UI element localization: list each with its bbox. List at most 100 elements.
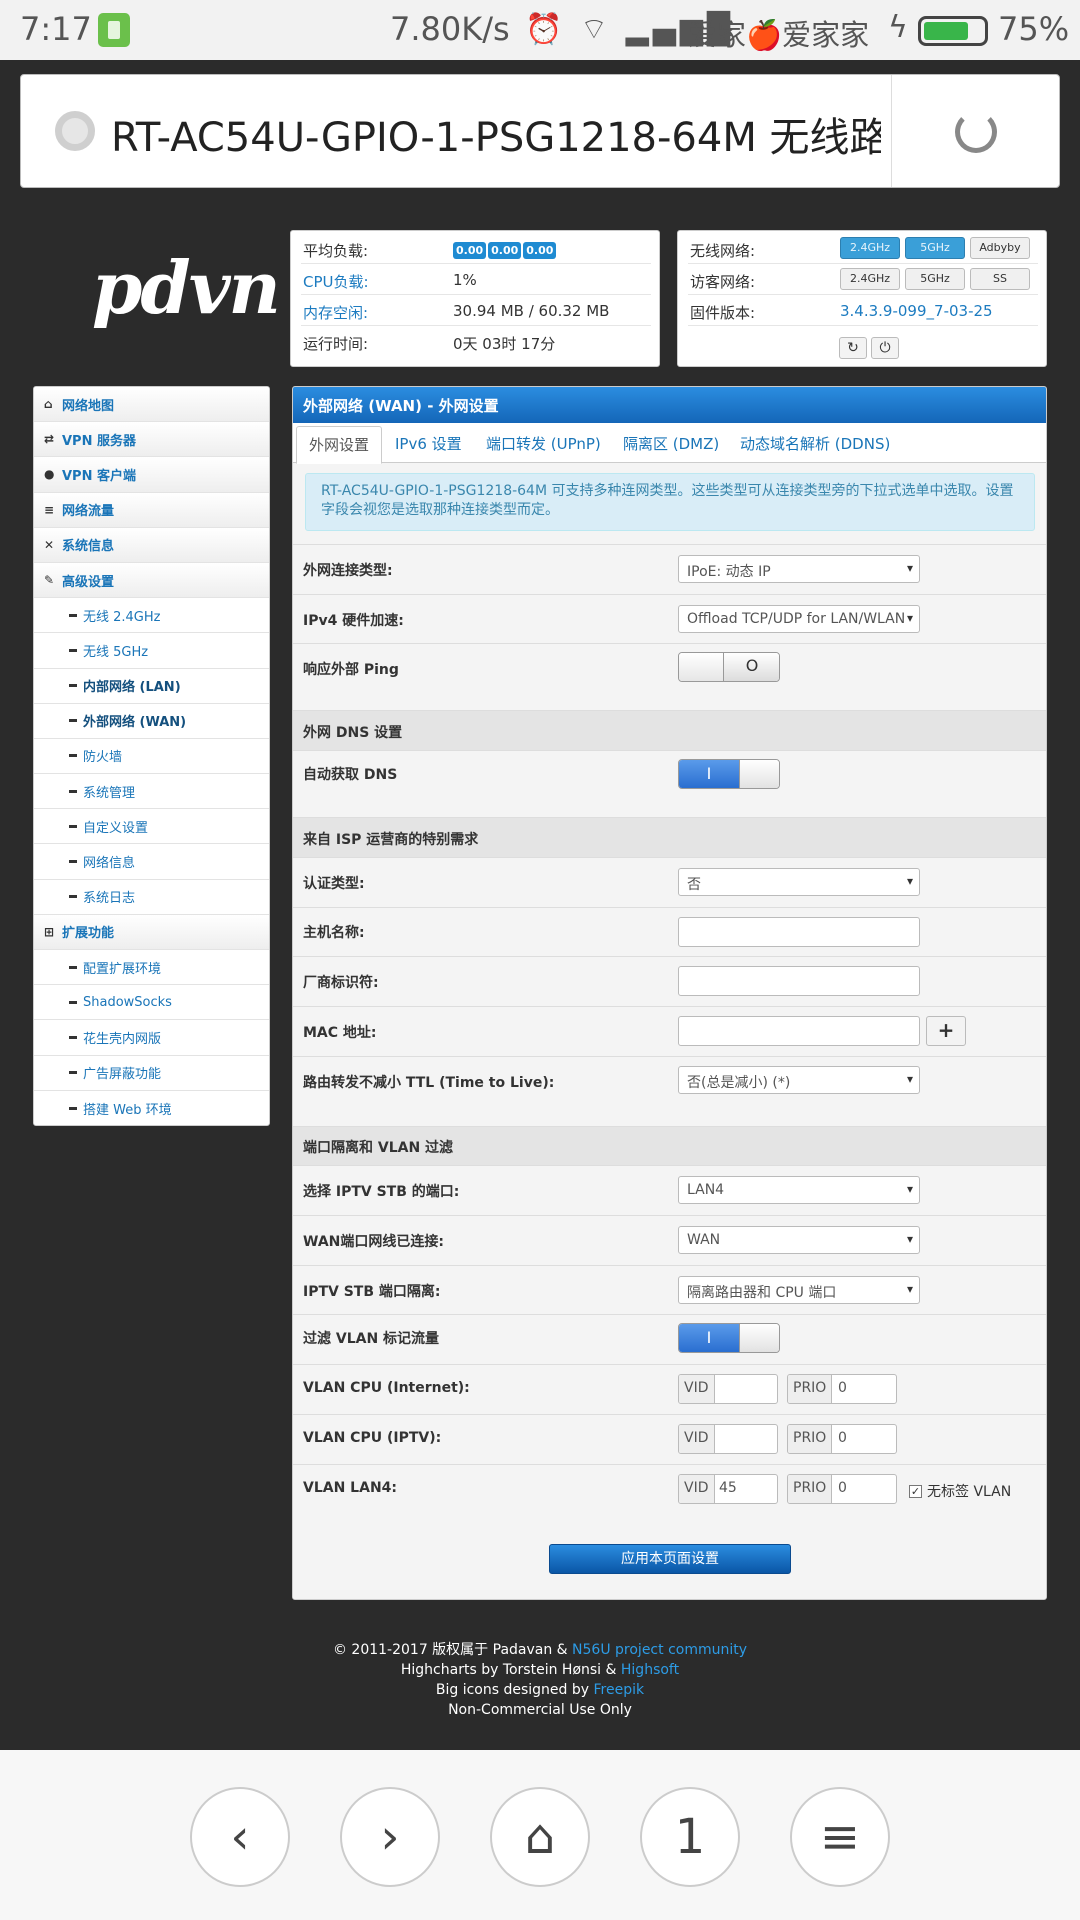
load-row: 平均负载: 0.00 0.00 0.00 <box>301 234 651 264</box>
reload-icon[interactable] <box>955 111 997 153</box>
mac-input[interactable] <box>678 1016 920 1046</box>
tab-wan[interactable]: 外网设置 <box>296 426 383 464</box>
freepik-link[interactable]: Freepik <box>594 1682 645 1698</box>
auth-select[interactable]: 否 <box>678 868 920 896</box>
auto-dns-toggle[interactable]: I <box>678 759 780 789</box>
load-label: 平均负载: <box>303 242 369 260</box>
wireless-5g-button[interactable]: 5GHz <box>905 237 965 259</box>
ping-toggle[interactable]: O <box>678 652 780 682</box>
vendor-label: 厂商标识符: <box>303 975 379 991</box>
sidebar-item-wan[interactable]: 外部网络 (WAN) <box>34 704 269 739</box>
sidebar-item-network-map[interactable]: ⌂ 网络地图 <box>34 387 269 423</box>
vlan-cpu-internet-vid-input[interactable]: VID <box>678 1374 778 1404</box>
wan-type-select[interactable]: IPoE: 动态 IP <box>678 555 920 583</box>
toggle-track <box>679 653 723 681</box>
sidebar-item-custom[interactable]: 自定义设置 <box>34 809 269 845</box>
n56u-community-link[interactable]: N56U project community <box>572 1642 747 1658</box>
sidebar-item-wireless-2g[interactable]: 无线 2.4GHz <box>34 598 269 634</box>
sidebar-item-firewall[interactable]: 防火墙 <box>34 739 269 775</box>
network-speed: 7.80K/s <box>390 10 510 48</box>
vlan-lan4-row: VLAN LAN4: VID 45 PRIO 0 ✓ 无标签 VLAN <box>293 1464 1046 1599</box>
hostname-input[interactable] <box>678 917 920 947</box>
wireless-2g-button[interactable]: 2.4GHz <box>840 237 900 259</box>
dash-icon <box>69 754 77 758</box>
vid-addon: VID <box>679 1375 715 1403</box>
mac-clone-button[interactable]: + <box>926 1016 966 1046</box>
prio-addon: PRIO <box>788 1475 833 1503</box>
retweet-icon: ⇄ <box>44 432 55 447</box>
vlan-cpu-iptv-prio-input[interactable]: PRIO 0 <box>787 1424 897 1454</box>
toggle-on-knob: I <box>679 1324 739 1352</box>
toggle-on-knob: I <box>679 760 739 788</box>
load-values: 0.00 0.00 0.00 <box>453 240 558 259</box>
home-button[interactable]: ⌂ <box>490 1787 590 1887</box>
grid-icon: ⊞ <box>44 924 55 939</box>
sidebar-item-extensions[interactable]: ⊞ 扩展功能 <box>34 914 269 950</box>
license-line: Non-Commercial Use Only <box>448 1702 632 1718</box>
uptime-label: 运行时间: <box>303 335 369 353</box>
sidebar-item-wireless-5g[interactable]: 无线 5GHz <box>34 633 269 669</box>
sidebar-item-admin[interactable]: 系统管理 <box>34 774 269 810</box>
vlan-lan4-vid-input[interactable]: VID 45 <box>678 1474 778 1504</box>
sidebar-item-shadowsocks[interactable]: ShadowSocks <box>34 985 269 1021</box>
address-bar[interactable]: RT-AC54U-GPIO-1-PSG1218-64M 无线路由: <box>20 74 1060 188</box>
vendor-input[interactable] <box>678 966 920 996</box>
sidebar-item-system-info[interactable]: ✕ 系统信息 <box>34 527 269 563</box>
sidebar-item-adblock[interactable]: 广告屏蔽功能 <box>34 1056 269 1091</box>
page-title-url[interactable]: RT-AC54U-GPIO-1-PSG1218-64M 无线路由: <box>111 105 881 159</box>
memory-free-link[interactable]: 内存空闲: <box>303 302 368 323</box>
forward-button[interactable]: › <box>340 1787 440 1887</box>
sidebar-item-vpn-client[interactable]: ● VPN 客户端 <box>34 457 269 493</box>
iptv-port-row: 选择 IPTV STB 的端口: LAN4 <box>293 1165 1046 1215</box>
guest-5g-button[interactable]: 5GHz <box>905 268 965 290</box>
load-badge-2: 0.00 <box>488 242 522 259</box>
power-icon[interactable]: ⏻ <box>871 337 899 359</box>
hostname-row: 主机名称: <box>293 907 1046 956</box>
vlan-cpu-iptv-vid-input[interactable]: VID <box>678 1424 778 1454</box>
tab-ddns[interactable]: 动态域名解析 (DDNS) <box>740 433 890 454</box>
iptv-port-select[interactable]: LAN4 <box>678 1176 920 1204</box>
tabs-button[interactable]: 1 <box>640 1787 740 1887</box>
sidebar-item-traffic[interactable]: ≡ 网络流量 <box>34 492 269 528</box>
ttl-select[interactable]: 否(总是减小) (*) <box>678 1066 920 1094</box>
menu-button[interactable]: ≡ <box>790 1787 890 1887</box>
vlan-cpu-internet-prio-input[interactable]: PRIO 0 <box>787 1374 897 1404</box>
footer: © 2011-2017 版权属于 Padavan & N56U project … <box>0 1640 1080 1720</box>
hw-accel-select[interactable]: Offload TCP/UDP for LAN/WLAN <box>678 605 920 633</box>
guest-2g-button[interactable]: 2.4GHz <box>840 268 900 290</box>
sidebar-item-vpn-server[interactable]: ⇄ VPN 服务器 <box>34 422 269 458</box>
sidebar-item-web-env[interactable]: 搭建 Web 环境 <box>34 1091 269 1125</box>
sidebar-item-lan[interactable]: 内部网络 (LAN) <box>34 669 269 704</box>
refresh-icon[interactable]: ↻ <box>839 337 867 359</box>
sidebar-item-oray[interactable]: 花生壳内网版 <box>34 1020 269 1056</box>
system-status-box: 平均负载: 0.00 0.00 0.00 CPU负载: 1% 内存空闲: 30.94… <box>290 230 660 367</box>
sidebar-item-netinfo[interactable]: 网络信息 <box>34 844 269 880</box>
iptv-port-label: 选择 IPTV STB 的端口: <box>303 1184 460 1200</box>
uptime-value: 0天 03时 17分 <box>453 335 556 353</box>
vlan-lan4-prio-input[interactable]: PRIO 0 <box>787 1474 897 1504</box>
tab-dmz[interactable]: 隔离区 (DMZ) <box>623 433 719 454</box>
load-badge-1: 0.00 <box>453 242 487 259</box>
wireless-label: 无线网络: <box>690 242 756 260</box>
untagged-vlan-checkbox[interactable]: ✓ <box>909 1485 922 1498</box>
firmware-version-link[interactable]: 3.4.3.9-099_7-03-25 <box>840 302 993 320</box>
back-button[interactable]: ‹ <box>190 1787 290 1887</box>
highsoft-link[interactable]: Highsoft <box>621 1662 679 1678</box>
iptv-isolation-row: IPTV STB 端口隔离: 隔离路由器和 CPU 端口 <box>293 1265 1046 1314</box>
sidebar-item-advanced[interactable]: ✎ 高级设置 <box>34 562 269 599</box>
iptv-isolation-select[interactable]: 隔离路由器和 CPU 端口 <box>678 1276 920 1304</box>
apply-button[interactable]: 应用本页面设置 <box>549 1544 791 1574</box>
tab-ipv6[interactable]: IPv6 设置 <box>395 433 462 454</box>
vid-addon: VID <box>679 1475 715 1503</box>
dash-icon <box>69 719 77 723</box>
ttl-row: 路由转发不减小 TTL (Time to Live): 否(总是减小) (*) <box>293 1056 1046 1126</box>
wan-link-select[interactable]: WAN <box>678 1226 920 1254</box>
sidebar-item-ext-env[interactable]: 配置扩展环境 <box>34 950 269 986</box>
filter-vlan-toggle[interactable]: I <box>678 1323 780 1353</box>
adbyby-button[interactable]: Adbyby <box>970 237 1030 259</box>
ss-button[interactable]: SS <box>970 268 1030 290</box>
divider <box>891 75 892 187</box>
cpu-load-link[interactable]: CPU负载: <box>303 271 369 292</box>
tab-upnp[interactable]: 端口转发 (UPnP) <box>486 433 601 454</box>
sidebar-item-syslog[interactable]: 系统日志 <box>34 880 269 915</box>
